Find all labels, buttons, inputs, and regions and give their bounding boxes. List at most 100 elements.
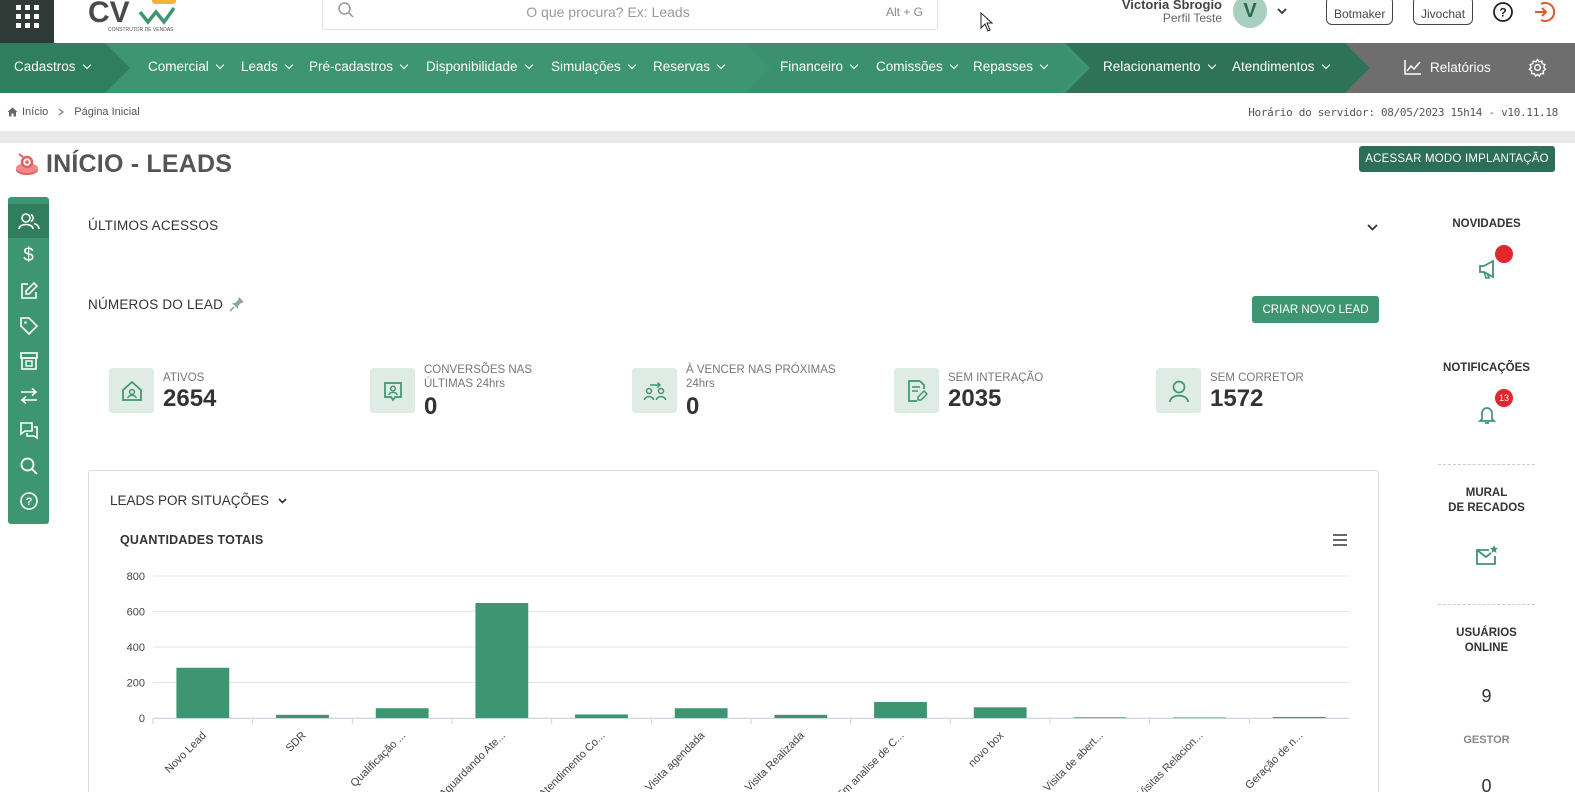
quick-item-leads[interactable] (8, 204, 49, 238)
quick-item-finance[interactable]: $ (8, 239, 49, 273)
bar (475, 602, 529, 718)
online-users-title-line: USUÁRIOS (1456, 627, 1517, 639)
page-title: INÍCIO - LEADS (46, 150, 233, 178)
rail-divider (1438, 604, 1535, 605)
stat-icon-box (109, 368, 154, 413)
nav-item-financeiro[interactable]: Financeiro (780, 59, 859, 74)
top-header: CV CONSTRUTOR DE VENDAS Alt + G Victoria… (0, 0, 1575, 43)
nav-item-reservas[interactable]: Reservas (653, 59, 726, 74)
nav-item-cadastros[interactable]: Cadastros (14, 59, 91, 74)
nav-label: Leads (241, 59, 278, 74)
quick-item-search[interactable] (8, 449, 49, 483)
access-implant-mode-button[interactable]: ACESSAR MODO IMPLANTAÇÃO (1359, 146, 1555, 172)
nav-item-pre-cadastros[interactable]: Pré-cadastros (309, 59, 409, 74)
nav-item-atendimentos[interactable]: Atendimentos (1232, 59, 1330, 74)
quick-item-tags[interactable] (8, 309, 49, 343)
nav-item-relatorios[interactable]: Relatórios (1404, 59, 1491, 75)
gear-icon[interactable] (1528, 58, 1547, 77)
breadcrumb-current: Página Inicial (74, 106, 140, 118)
card-header[interactable]: LEADS POR SITUAÇÕES (110, 493, 288, 508)
nav-item-comissoes[interactable]: Comissões (876, 59, 959, 74)
edit-icon (20, 281, 38, 299)
logout-icon[interactable] (1533, 1, 1555, 23)
chevron-down-icon (1207, 60, 1216, 69)
x-tick-label: Visita Realizada (743, 729, 808, 792)
x-tick-label: Atendimento Co... (537, 730, 608, 792)
x-tick-label: Qualificação ... (348, 730, 408, 790)
nav-label: Reservas (653, 59, 711, 74)
svg-text:?: ? (25, 496, 32, 508)
document-edit-icon (907, 379, 928, 402)
nav-item-leads[interactable]: Leads (241, 59, 294, 74)
x-tick-label: SDR (284, 730, 309, 755)
apps-menu-button[interactable] (0, 0, 54, 43)
nav-item-repasses[interactable]: Repasses (973, 59, 1049, 74)
dashboard-icon (16, 152, 38, 175)
nav-item-relacionamento[interactable]: Relacionamento (1103, 59, 1216, 74)
quick-item-chat[interactable] (8, 414, 49, 448)
breadcrumb-home[interactable]: Início (22, 106, 48, 118)
svg-text:CV: CV (88, 0, 130, 29)
pin-icon[interactable] (229, 296, 245, 312)
nav-label: Repasses (973, 59, 1034, 74)
recent-access-title[interactable]: ÚLTIMOS ACESSOS (88, 218, 218, 233)
x-tick-label: Novo Lead (163, 730, 209, 776)
storefront-icon (19, 352, 38, 370)
exchange-arrows-icon (20, 387, 37, 405)
cv-logo: CV CONSTRUTOR DE VENDAS (88, 0, 176, 33)
quick-item-edit[interactable] (8, 274, 49, 308)
avatar[interactable]: V (1233, 0, 1267, 28)
quick-item-help[interactable]: ? (8, 484, 49, 518)
nav-label: Relacionamento (1103, 59, 1201, 74)
lead-numbers-title: NÚMEROS DO LEAD (88, 297, 224, 312)
chevron-down-icon (849, 60, 859, 69)
x-tick-label: Visita de abert... (1041, 730, 1106, 792)
x-tick-label: novo box (966, 729, 1006, 769)
breadcrumb: Início Página Inicial (7, 106, 140, 118)
chevron-down-icon[interactable] (1276, 6, 1288, 16)
online-users-title-line: ONLINE (1464, 642, 1509, 654)
divider (0, 131, 1575, 143)
stat-label: SEM CORRETOR (1210, 372, 1304, 384)
mail-star-icon[interactable] (1475, 544, 1499, 566)
bell-icon[interactable] (1478, 405, 1496, 425)
help-icon: ? (19, 492, 38, 510)
nav-item-disponibilidade[interactable]: Disponibilidade (426, 59, 533, 74)
x-tick-label: Aguardando Ate... (437, 730, 508, 792)
search-input[interactable] (373, 1, 843, 23)
create-lead-button[interactable]: CRIAR NOVO LEAD (1252, 296, 1379, 323)
nav-label: Simulações (551, 59, 621, 74)
jivochat-button[interactable]: Jivochat (1413, 0, 1474, 25)
quick-item-store[interactable] (8, 344, 49, 378)
user-profile: Perfil Teste (1162, 11, 1222, 25)
online-users-title: USUÁRIOS ONLINE (1438, 626, 1535, 656)
search-icon (338, 2, 354, 18)
stat-value: 2035 (948, 385, 1002, 412)
nav-item-simulacoes[interactable]: Simulações (551, 59, 637, 74)
bar (774, 714, 828, 718)
mouse-cursor-icon (980, 12, 994, 32)
quick-item-transfers[interactable] (8, 379, 49, 413)
chevron-down-icon (278, 498, 287, 504)
botmaker-button[interactable]: Botmaker (1326, 0, 1394, 25)
x-tick-label: Visitas Relacion... (1135, 730, 1205, 792)
search-icon (20, 457, 38, 475)
nav-item-comercial[interactable]: Comercial (148, 59, 225, 74)
chevron-down-icon (1321, 60, 1330, 69)
help-icon[interactable]: ? (1492, 1, 1514, 23)
chevron-down-icon (215, 60, 225, 69)
svg-text:?: ? (1499, 6, 1506, 20)
hamburger-menu-icon[interactable] (1332, 533, 1348, 547)
search-shortcut-hint: Alt + G (885, 5, 923, 19)
nav-label: Disponibilidade (426, 59, 518, 74)
x-tick-label: Visita agendada (643, 729, 708, 792)
quick-access-sidebar: $ ? (8, 197, 49, 524)
megaphone-icon[interactable] (1477, 258, 1499, 280)
bar (874, 702, 927, 718)
message-board-title-line: DE RECADOS (1448, 502, 1525, 514)
chevron-right-icon (58, 108, 65, 116)
y-tick-label: 400 (127, 642, 145, 654)
chevron-down-icon[interactable] (1366, 222, 1379, 232)
tag-icon (19, 317, 38, 336)
stat-label: SEM INTERAÇÃO (948, 372, 1044, 384)
